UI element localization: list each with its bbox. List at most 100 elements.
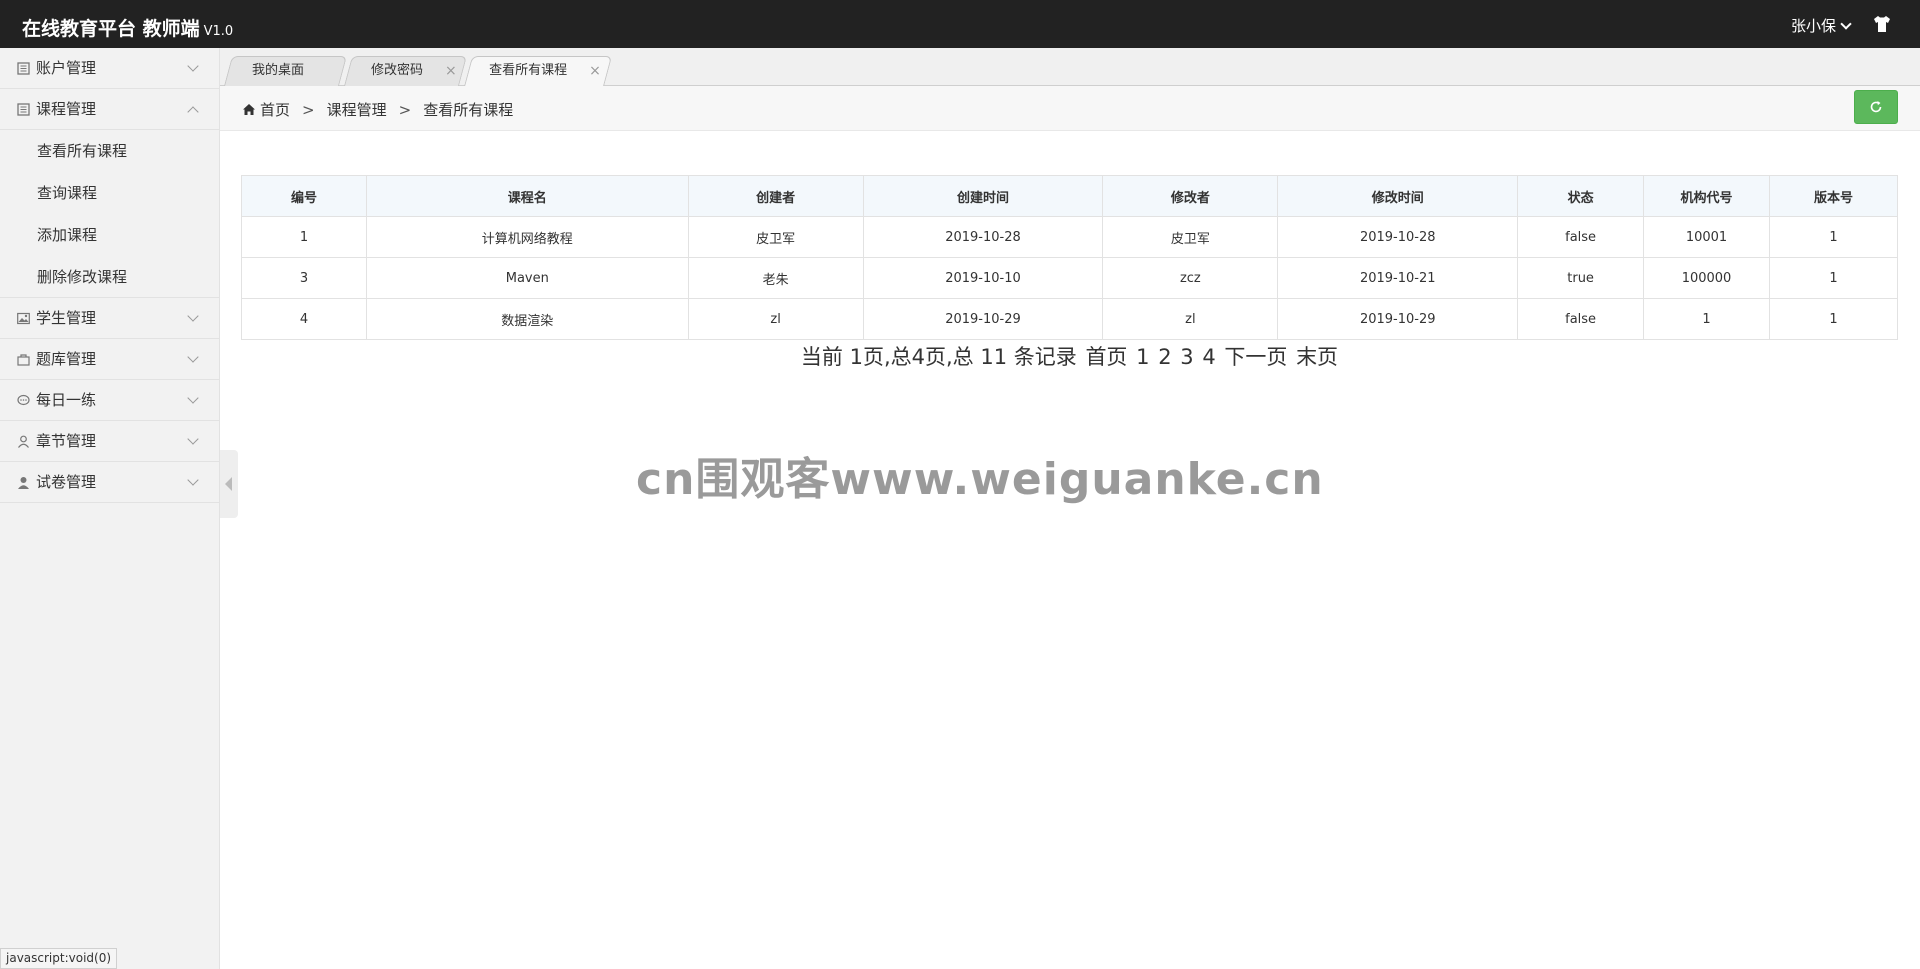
sidebar-item-label: 学生管理 — [36, 309, 97, 327]
table-cell: 1 — [1643, 298, 1770, 340]
column-header-id: 编号 — [241, 175, 367, 217]
sidebar-item-students[interactable]: 学生管理 — [0, 298, 219, 339]
breadcrumb: 首页 > 课程管理 > 查看所有课程 — [242, 99, 513, 120]
pagination-page-2[interactable]: 2 — [1158, 345, 1171, 369]
chevron-down-icon — [1840, 18, 1852, 30]
breadcrumb-current: 查看所有课程 — [423, 101, 514, 119]
table-cell: zl — [687, 298, 864, 340]
sidebar-item-account[interactable]: 账户管理 — [0, 48, 219, 89]
chevron-down-icon — [187, 310, 199, 322]
table-cell: false — [1517, 216, 1645, 258]
table-cell: zcz — [1102, 257, 1279, 299]
table-cell: zl — [1102, 298, 1279, 340]
table-cell: 1 — [1769, 216, 1898, 258]
bag-icon — [17, 354, 30, 366]
column-header-status: 状态 — [1517, 175, 1645, 217]
pagination: 当前 1页,总4页,总 11 条记录 首页 1 2 3 4 下一页 末页 — [241, 341, 1898, 371]
sidebar-item-label: 课程管理 — [36, 100, 97, 118]
user-menu[interactable]: 张小保 — [1790, 15, 1852, 36]
table-cell: 1 — [241, 216, 367, 258]
caret-left-icon — [225, 477, 232, 491]
user-name: 张小保 — [1790, 17, 1836, 35]
table-cell: Maven — [365, 257, 689, 299]
column-header-created-at: 创建时间 — [862, 175, 1104, 217]
sidebar-collapse-handle[interactable] — [220, 450, 238, 518]
table-cell: 皮卫军 — [687, 216, 864, 258]
table-cell: 1 — [1769, 257, 1898, 299]
table-cell: 2019-10-29 — [862, 298, 1104, 340]
app-logo[interactable]: 在线教育平台 教师端 V1.0 — [22, 14, 233, 41]
table-cell: 2019-10-21 — [1277, 257, 1519, 299]
app-version: V1.0 — [203, 24, 234, 39]
watermark: cn围观客www.weiguanke.cn — [636, 454, 1324, 505]
pagination-page-1[interactable]: 1 — [1136, 345, 1149, 369]
sidebar-item-label: 试卷管理 — [36, 473, 97, 491]
user-icon — [18, 477, 29, 489]
user-outline-icon — [18, 435, 29, 448]
tab-bar: 我的桌面 修改密码 × 查看所有课程 × — [220, 48, 1920, 87]
table-row: 4 数据渲染 zl 2019-10-29 zl 2019-10-29 false… — [241, 298, 1898, 340]
close-icon[interactable]: × — [445, 57, 457, 85]
table-cell: 3 — [241, 257, 367, 299]
sidebar-item-exams[interactable]: 试卷管理 — [0, 462, 219, 503]
book-icon — [17, 62, 30, 75]
sidebar-item-course[interactable]: 课程管理 — [0, 89, 219, 130]
sidebar-item-question-bank[interactable]: 题库管理 — [0, 339, 219, 380]
table-cell: 皮卫军 — [1102, 216, 1279, 258]
tshirt-icon[interactable] — [1872, 14, 1892, 34]
table-cell: 数据渲染 — [365, 298, 689, 340]
pagination-next[interactable]: 下一页 — [1224, 345, 1287, 369]
tab-view-all-courses[interactable]: 查看所有课程 × — [463, 56, 613, 87]
column-header-course-name: 课程名 — [365, 175, 689, 217]
book-icon — [17, 103, 30, 116]
table-cell: 2019-10-10 — [862, 257, 1104, 299]
close-icon[interactable]: × — [589, 57, 601, 85]
column-header-creator: 创建者 — [687, 175, 864, 217]
table-header-row: 编号 课程名 创建者 创建时间 修改者 修改时间 状态 机构代号 版本号 — [241, 175, 1898, 217]
browser-status-bar: javascript:void(0) — [0, 948, 118, 969]
sidebar-item-label: 题库管理 — [36, 350, 97, 368]
table-cell: 4 — [241, 298, 367, 340]
chevron-up-icon — [187, 106, 199, 118]
pagination-page-4[interactable]: 4 — [1202, 345, 1215, 369]
pagination-first[interactable]: 首页 — [1085, 345, 1127, 369]
breadcrumb-bar: 首页 > 课程管理 > 查看所有课程 — [220, 86, 1920, 131]
sidebar-subitem-add-course[interactable]: 添加课程 — [0, 214, 219, 256]
table-cell: true — [1517, 257, 1645, 299]
table-cell: 2019-10-28 — [1277, 216, 1519, 258]
table-row: 1 计算机网络教程 皮卫军 2019-10-28 皮卫军 2019-10-28 … — [241, 216, 1898, 258]
pagination-last[interactable]: 末页 — [1296, 345, 1338, 369]
breadcrumb-course-management[interactable]: 课程管理 — [327, 101, 387, 119]
sidebar-item-chapters[interactable]: 章节管理 — [0, 421, 219, 462]
table-cell: 老朱 — [687, 257, 864, 299]
table-row: 3 Maven 老朱 2019-10-10 zcz 2019-10-21 tru… — [241, 257, 1898, 299]
course-table-wrapper: 编号 课程名 创建者 创建时间 修改者 修改时间 状态 机构代号 版本号 1 计… — [241, 175, 1898, 340]
table-cell: 计算机网络教程 — [365, 216, 689, 258]
table-cell: 100000 — [1643, 257, 1770, 299]
picture-icon — [17, 312, 30, 325]
app-title: 在线教育平台 教师端 — [22, 18, 200, 40]
table-cell: 2019-10-29 — [1277, 298, 1519, 340]
breadcrumb-home[interactable]: 首页 — [260, 101, 290, 119]
sidebar-subitem-view-courses[interactable]: 查看所有课程 — [0, 130, 219, 172]
tab-my-desktop[interactable]: 我的桌面 — [223, 56, 348, 86]
sidebar-item-daily-practice[interactable]: 每日一练 — [0, 380, 219, 421]
pagination-page-3[interactable]: 3 — [1180, 345, 1193, 369]
home-icon — [243, 104, 255, 115]
chevron-down-icon — [187, 351, 199, 363]
refresh-button[interactable] — [1854, 90, 1898, 124]
column-header-modifier: 修改者 — [1102, 175, 1279, 217]
chevron-down-icon — [187, 392, 199, 404]
sidebar-item-label: 章节管理 — [36, 432, 97, 450]
top-header: 在线教育平台 教师端 V1.0 张小保 — [0, 0, 1920, 48]
table-cell: 10001 — [1643, 216, 1770, 258]
breadcrumb-separator: > — [398, 101, 412, 119]
tab-change-password[interactable]: 修改密码 × — [343, 56, 468, 86]
column-header-version: 版本号 — [1769, 175, 1898, 217]
sidebar: 账户管理 课程管理 查看所有课程 查询课程 添加课程 删除修改课程 学生管理 题… — [0, 48, 220, 969]
chat-icon — [17, 394, 30, 406]
sidebar-subitem-search-course[interactable]: 查询课程 — [0, 172, 219, 214]
sidebar-subitem-edit-course[interactable]: 删除修改课程 — [0, 256, 219, 298]
table-cell: 1 — [1769, 298, 1898, 340]
table-cell: false — [1517, 298, 1645, 340]
